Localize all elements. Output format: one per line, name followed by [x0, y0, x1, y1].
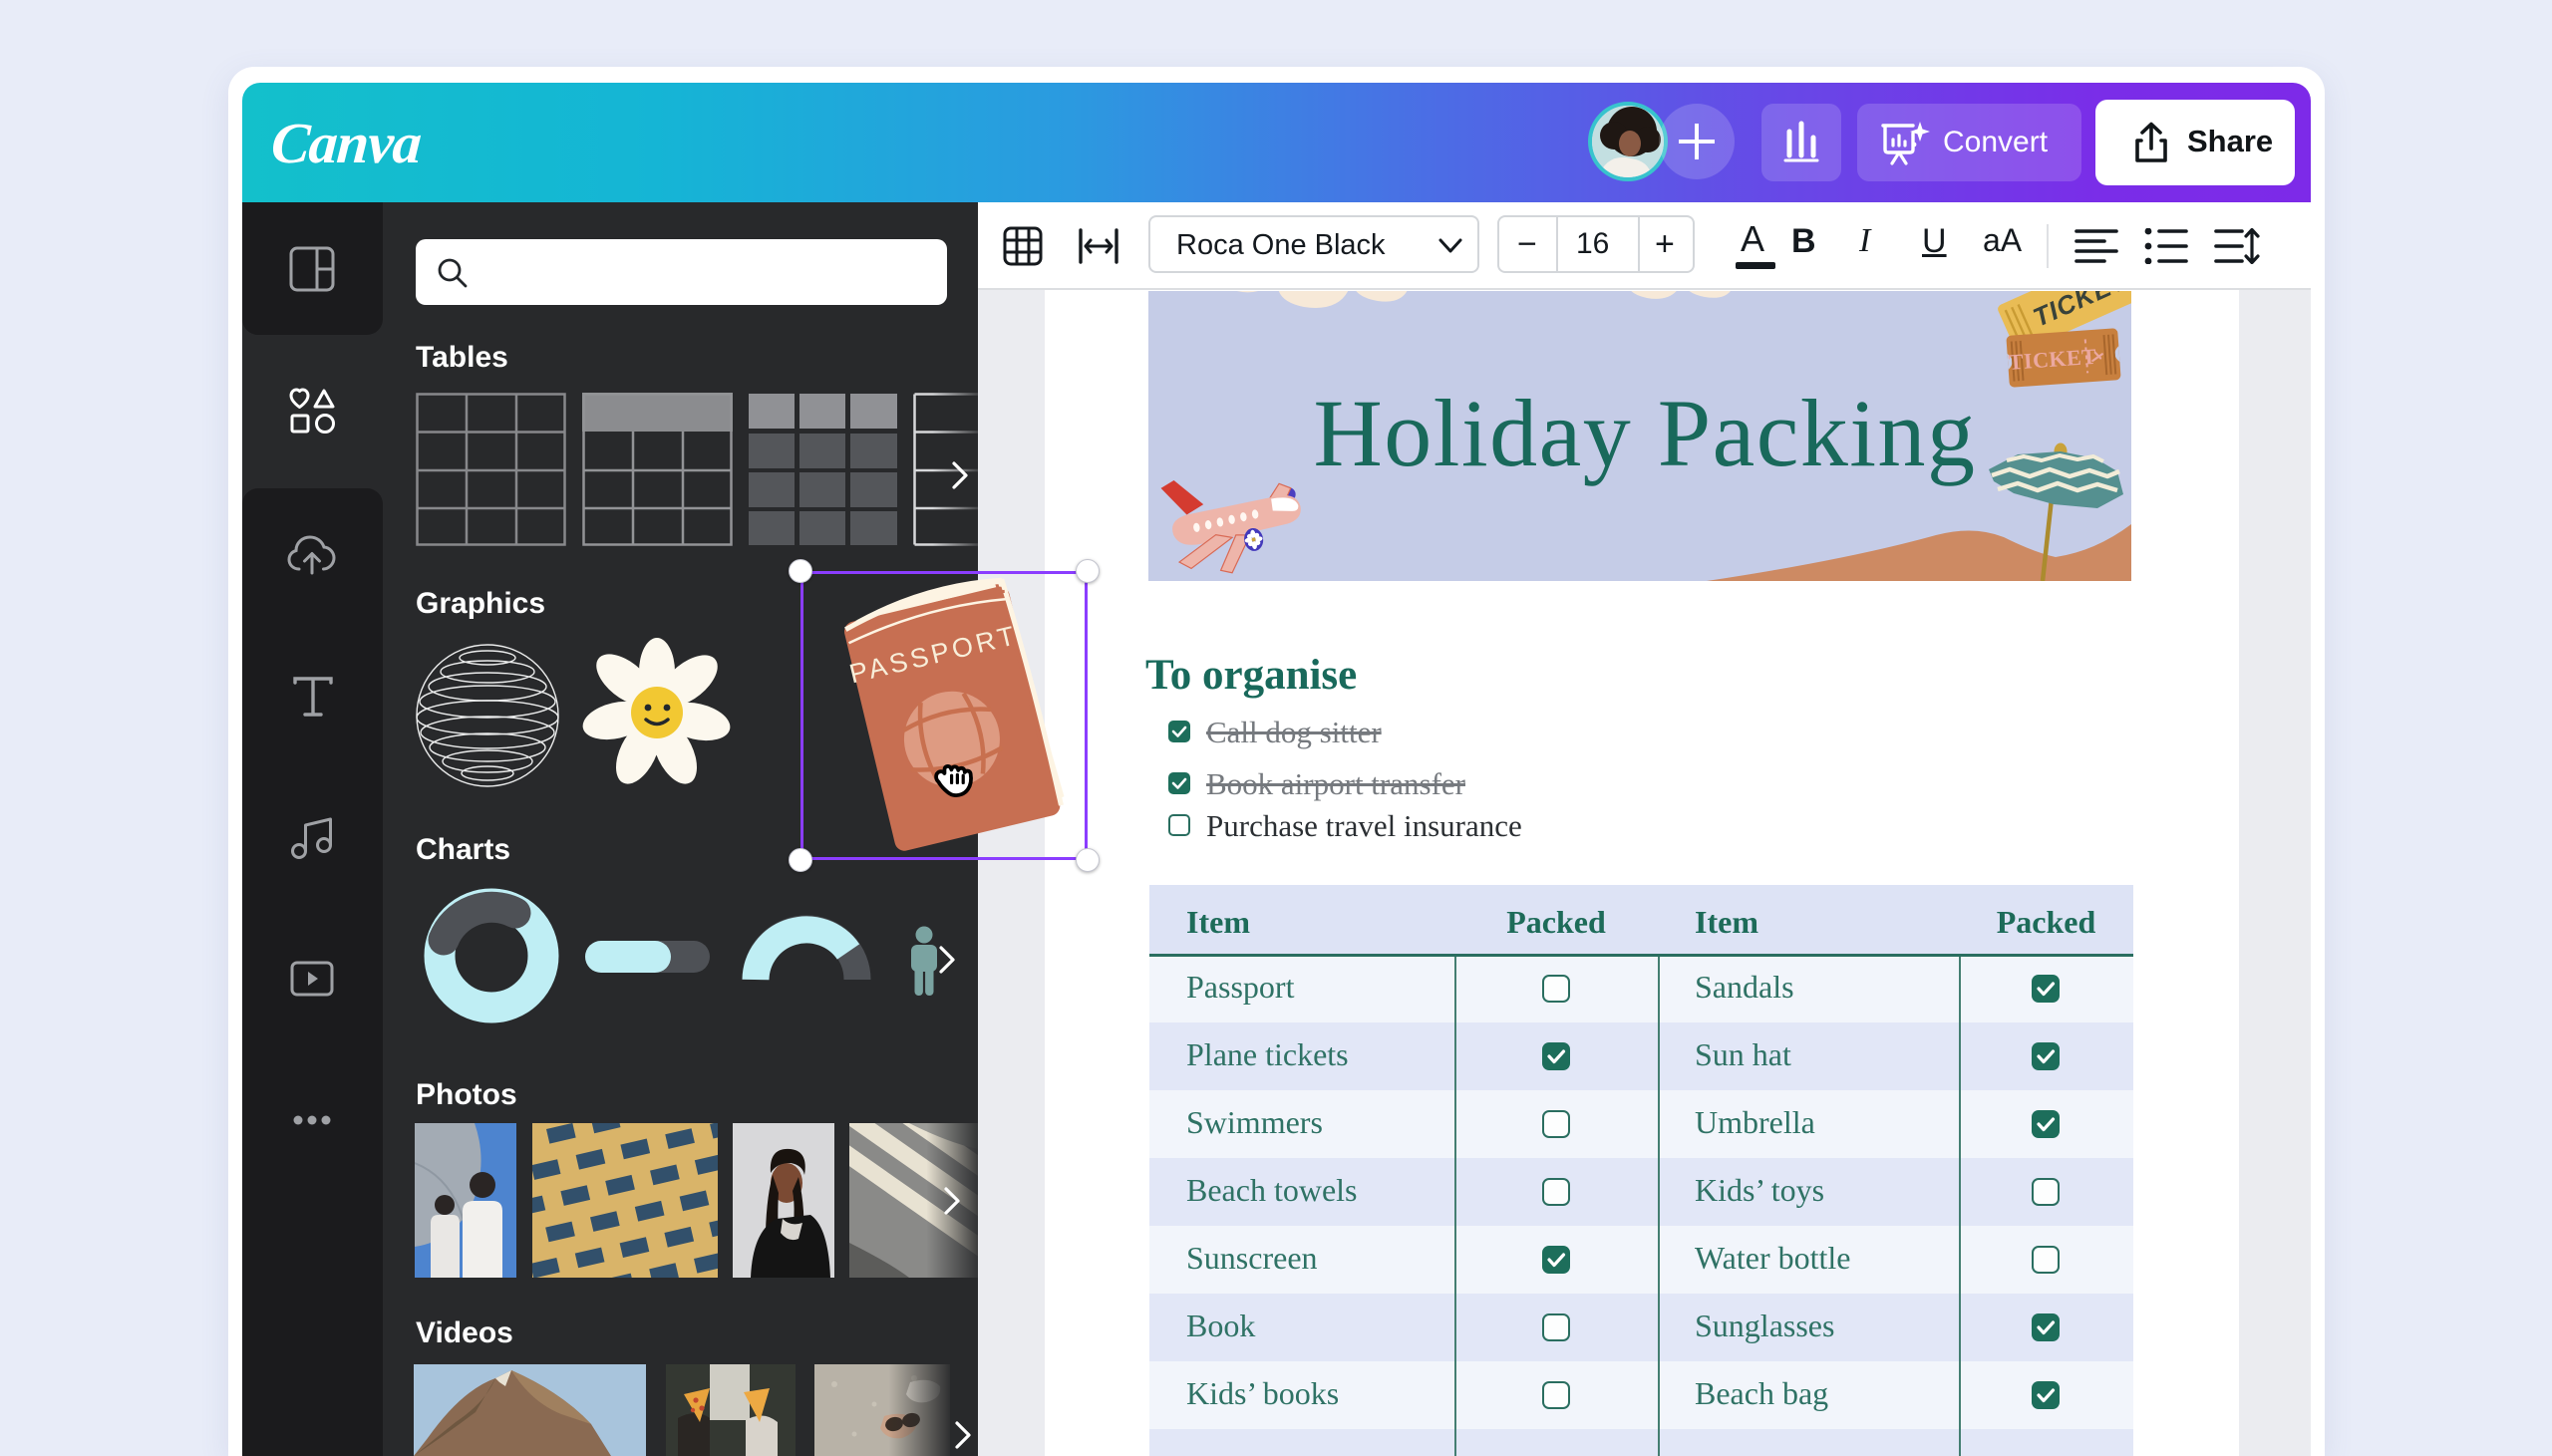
svg-text:Holiday Packing: Holiday Packing — [1313, 380, 1976, 486]
svg-text:Canva: Canva — [269, 111, 423, 175]
